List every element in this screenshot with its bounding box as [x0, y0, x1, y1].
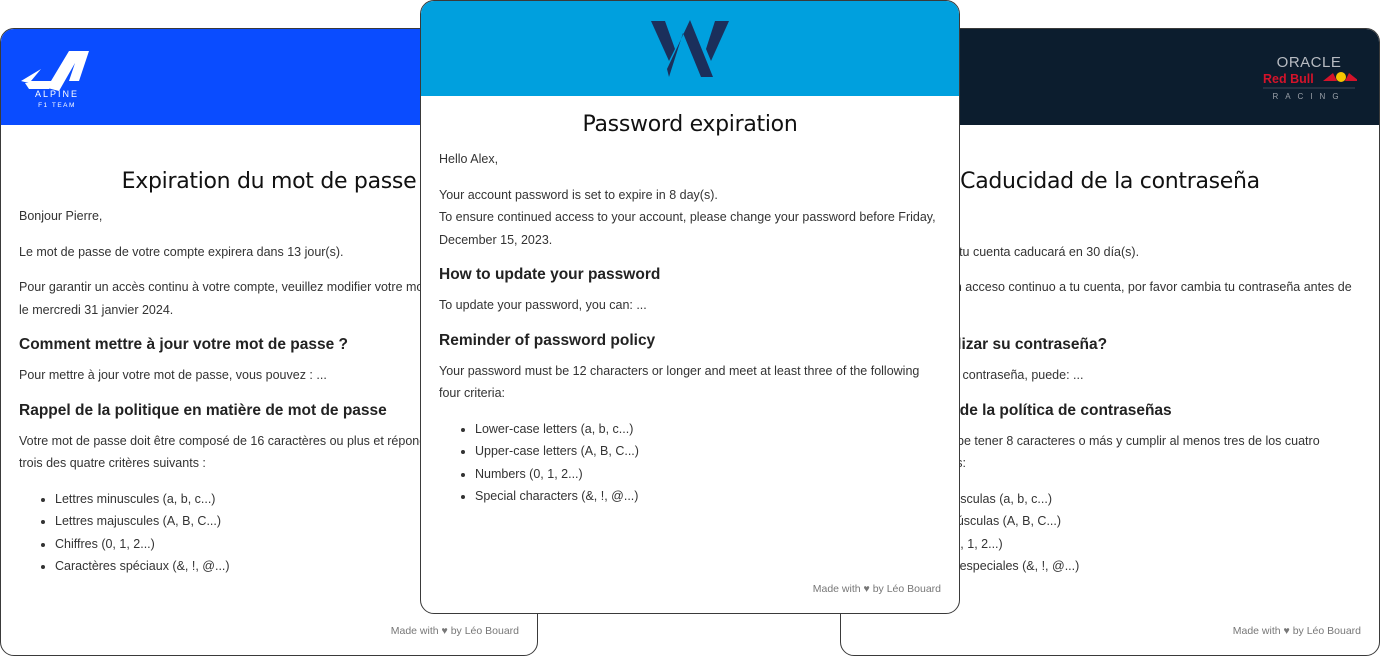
footer: Made with ♥ by Léo Bouard	[1232, 625, 1361, 637]
list-item: Caracteres especiales (&, !, @...)	[895, 555, 1361, 578]
svg-text:ORACLE: ORACLE	[1277, 54, 1342, 71]
footer: Made with ♥ by Léo Bouard	[390, 625, 519, 637]
ensure-text: Your account password is set to expire i…	[439, 187, 936, 247]
heart-icon: ♥	[1283, 625, 1290, 637]
criteria-list: Lower-case letters (a, b, c...) Upper-ca…	[439, 418, 941, 508]
alpine-logo: ALPINE F1 TEAM	[21, 51, 89, 109]
heart-icon: ♥	[863, 583, 870, 595]
list-item: Lower-case letters (a, b, c...)	[475, 418, 941, 441]
heart-icon: ♥	[441, 625, 448, 637]
policy-text: Your password must be 12 characters or l…	[439, 363, 920, 401]
svg-text:ALPINE: ALPINE	[35, 89, 79, 99]
greeting: Hello Alex,	[439, 152, 499, 166]
redbull-racing-logo: ORACLE Red Bull RACING	[1263, 54, 1357, 101]
list-item: Letras mayúsculas (A, B, C...)	[895, 510, 1361, 533]
list-item: Special characters (&, !, @...)	[475, 485, 941, 508]
svg-text:RACING: RACING	[1272, 92, 1345, 101]
card-header	[421, 1, 959, 96]
svg-text:F1 TEAM: F1 TEAM	[38, 102, 76, 109]
williams-logo	[651, 20, 729, 77]
update-text: To update your password, you can: ...	[439, 298, 647, 312]
expiry-text: Your account password is set to expire i…	[439, 187, 718, 202]
update-heading: How to update your password	[439, 266, 661, 283]
list-item: Numbers (0, 1, 2...)	[475, 463, 941, 486]
list-item: Números (0, 1, 2...)	[895, 533, 1361, 556]
svg-text:Red Bull: Red Bull	[1263, 72, 1314, 86]
list-item: Letras minúsculas (a, b, c...)	[895, 488, 1361, 511]
email-card-williams: Password expiration Hello Alex, Your acc…	[420, 0, 960, 614]
list-item: Upper-case letters (A, B, C...)	[475, 440, 941, 463]
card-body: Password expiration Hello Alex, Your acc…	[421, 110, 959, 508]
policy-heading: Reminder of password policy	[439, 331, 656, 349]
footer: Made with ♥ by Léo Bouard	[812, 583, 941, 595]
email-title: Password expiration	[582, 112, 798, 137]
